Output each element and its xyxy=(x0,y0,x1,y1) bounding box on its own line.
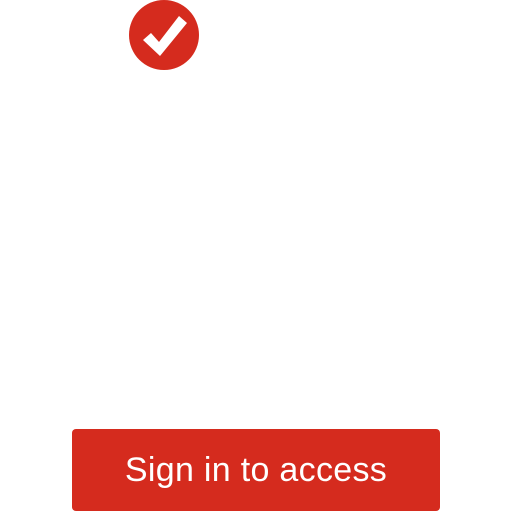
sign-in-button[interactable]: Sign in to access xyxy=(72,429,440,511)
brand-logo xyxy=(129,0,199,70)
checkmark-icon xyxy=(143,16,187,56)
sign-in-screen: Sign in to access xyxy=(0,0,512,512)
